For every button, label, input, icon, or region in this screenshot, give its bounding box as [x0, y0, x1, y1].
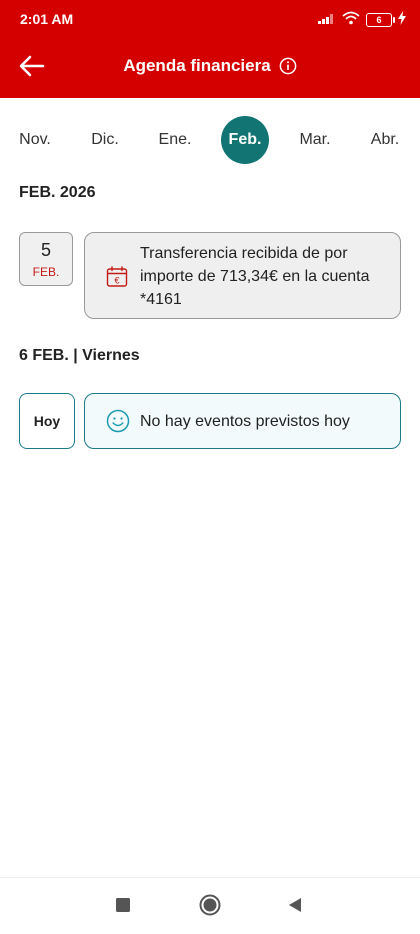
system-back-button[interactable]	[284, 896, 306, 918]
calendar-euro-icon: €	[105, 265, 129, 289]
day-section-title: 6 FEB. | Viernes	[19, 347, 140, 364]
wifi-icon	[342, 11, 360, 30]
charging-icon	[398, 10, 406, 30]
status-bar: 2:01 AM 6	[0, 0, 420, 38]
info-icon[interactable]	[279, 57, 297, 75]
month-section-title: FEB. 2026	[19, 184, 96, 201]
square-icon	[115, 897, 131, 918]
app-header: 2:01 AM 6 Agenda financiera	[0, 0, 420, 98]
month-tab-nov[interactable]: Nov.	[10, 120, 60, 160]
home-button[interactable]	[199, 894, 221, 921]
signal-icon	[318, 11, 336, 29]
title-group: Agenda financiera	[0, 56, 420, 76]
event-card[interactable]: € Transferencia recibida de por importe …	[84, 232, 401, 319]
status-icons: 6	[318, 10, 406, 30]
month-tab-abr[interactable]: Abr.	[360, 120, 410, 160]
recents-button[interactable]	[112, 896, 134, 918]
smiley-icon	[106, 409, 130, 433]
today-badge: Hoy	[19, 393, 75, 449]
app-bar: Agenda financiera	[0, 38, 420, 98]
event-day: 5	[40, 239, 51, 260]
month-tab-dic[interactable]: Dic.	[80, 120, 130, 160]
month-selector: Nov. Dic. Ene. Feb. Mar. Abr.	[0, 112, 420, 168]
svg-text:€: €	[114, 276, 119, 286]
no-events-message: No hay eventos previstos hoy	[140, 413, 350, 430]
system-nav-bar	[0, 877, 420, 934]
page-title: Agenda financiera	[123, 56, 271, 75]
triangle-back-icon	[287, 897, 303, 918]
month-tab-feb[interactable]: Feb.	[221, 116, 269, 164]
status-time: 2:01 AM	[20, 11, 74, 27]
event-month: FEB.	[32, 264, 60, 279]
home-circle-icon	[199, 894, 221, 921]
no-events-card: No hay eventos previstos hoy	[84, 393, 401, 449]
event-description: Transferencia recibida de por importe de…	[140, 245, 370, 308]
event-date-box: 5 FEB.	[19, 232, 73, 286]
battery-icon: 6	[366, 13, 395, 27]
month-tab-mar[interactable]: Mar.	[290, 120, 340, 160]
month-tab-ene[interactable]: Ene.	[150, 120, 200, 160]
